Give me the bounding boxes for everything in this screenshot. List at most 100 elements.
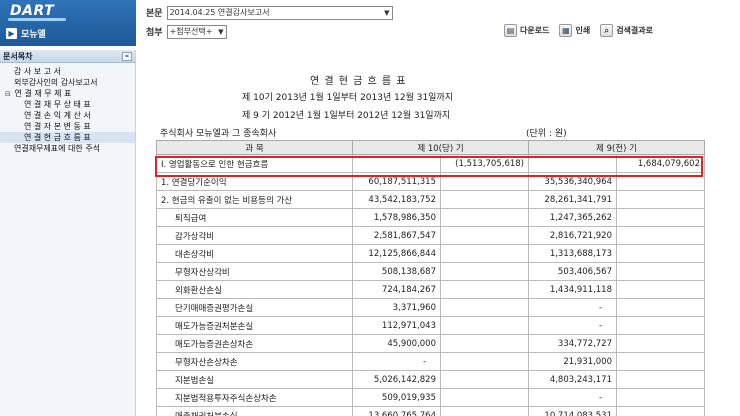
download-button[interactable]: ▤ 다운로드	[504, 24, 549, 37]
prior-detail-cell: 10,714,083,531	[528, 406, 617, 416]
current-detail-cell: 112,971,043	[352, 316, 441, 335]
current-detail-cell: 508,138,687	[352, 262, 441, 281]
table-row: 지분법손실 5,026,142,829 4,803,243,171	[156, 370, 705, 389]
prior-total-cell	[616, 190, 705, 209]
toc-item-notes[interactable]: 연결재무제표에 대한 주석	[0, 143, 135, 154]
document-view: 연 결 현 금 흐 름 표 제 10기 2013년 1월 1일부터 2013년 …	[150, 52, 740, 416]
search-icon: ⌕	[600, 24, 614, 37]
current-detail-cell: 13,660,765,764	[352, 406, 441, 416]
toc-item-balance-sheet[interactable]: 연 결 재 무 상 태 표	[0, 99, 135, 110]
toc-item-consolidated-fs[interactable]: ⊟ 연 결 재 무 제 표	[0, 88, 135, 99]
account-name-cell: 지분법적용투자주식손상차손	[156, 388, 353, 407]
prior-total-cell	[616, 388, 705, 407]
company-nav-link[interactable]: ▶ 모뉴엘	[6, 26, 46, 41]
toc-item-equity-changes[interactable]: 연 결 자 본 변 동 표	[0, 121, 135, 132]
table-row: 매출채권처분손실13,660,765,764 10,714,083,531	[156, 406, 705, 416]
account-name-cell: 매도가능증권처분손실	[156, 316, 353, 335]
table-row: 무형자산손상차손 - 21,931,000	[156, 352, 705, 371]
document-title: 연 결 현 금 흐 름 표	[310, 76, 407, 87]
current-detail-cell: 2,581,867,547	[352, 226, 441, 245]
toolbar: ▤ 다운로드 ▦ 인쇄 ⌕ 검색결과로	[504, 24, 653, 37]
prior-detail-cell: 503,406,567	[528, 262, 617, 281]
company-nav-label: 모뉴엘	[21, 30, 46, 40]
toc-item-external-auditor-report[interactable]: 외부감사인의 감사보고서	[0, 77, 135, 88]
prior-total-cell	[616, 370, 705, 389]
account-name-cell: 무형자산손상차손	[156, 352, 353, 371]
toc-header: 문서목차 «	[0, 50, 135, 63]
account-name-cell: 매출채권처분손실	[156, 406, 353, 416]
current-total-cell	[440, 370, 529, 389]
prior-detail-cell: 334,772,727	[528, 334, 617, 353]
prior-total-cell	[616, 208, 705, 227]
current-detail-cell: 12,125,866,844	[352, 244, 441, 263]
table-row: 감가상각비 2,581,867,547 2,816,721,920	[156, 226, 705, 245]
main-doc-select[interactable]: 2014.04.25 연결감사보고서 ▼	[166, 5, 393, 20]
current-total-cell	[440, 190, 529, 209]
current-total-cell	[440, 316, 529, 335]
prior-total-cell	[616, 298, 705, 317]
current-detail-cell: 5,026,142,829	[352, 370, 441, 389]
column-header-account: 과 목	[156, 140, 353, 155]
toc-item-label: 연 결 자 본 변 동 표	[24, 122, 91, 131]
cash-flow-table: 과 목 제 10(당) 기 제 9(전) 기 Ⅰ. 영업활동으로 인한 현금흐름…	[156, 140, 705, 416]
period-current: 제 10기 2013년 1월 1일부터 2013년 12월 31일까지	[242, 93, 454, 103]
current-detail-cell: 1,578,986,350	[352, 208, 441, 227]
current-total-cell	[440, 334, 529, 353]
current-detail-cell: 45,900,000	[352, 334, 441, 353]
account-name-cell: 감가상각비	[156, 226, 353, 245]
current-detail-cell: -	[352, 352, 441, 371]
prior-detail-cell: 35,536,340,964	[528, 172, 617, 191]
current-total-cell	[440, 280, 529, 299]
toc-title: 문서목차	[3, 51, 33, 61]
search-results-button[interactable]: ⌕ 검색결과로	[600, 24, 653, 37]
toc-item-income-statement[interactable]: 연 결 손 익 계 산 서	[0, 110, 135, 121]
top-bar: DART ▶ 모뉴엘 본문 2014.04.25 연결감사보고서 ▼ 첨부 +첨…	[0, 0, 740, 46]
column-header-current: 제 10(당) 기	[352, 140, 529, 155]
table-row: 매도가능증권처분손실 112,971,043 -	[156, 316, 705, 335]
collapse-sidebar-button[interactable]: «	[122, 51, 132, 61]
toc-item-cash-flow[interactable]: 연 결 현 금 흐 름 표	[0, 132, 135, 143]
prior-detail-cell: 1,434,911,118	[528, 280, 617, 299]
prior-detail-cell	[528, 154, 617, 173]
prior-total-cell	[616, 316, 705, 335]
table-row: 단기매매증권평가손실 3,371,960 -	[156, 298, 705, 317]
prior-detail-cell: 1,313,688,173	[528, 244, 617, 263]
account-name-cell: 지분법손실	[156, 370, 353, 389]
search-results-label: 검색결과로	[616, 26, 653, 35]
download-icon: ▤	[504, 24, 517, 37]
prior-total-cell	[616, 280, 705, 299]
attach-value: +첨부선택+	[169, 27, 213, 36]
account-name-cell: 무형자산상각비	[156, 262, 353, 281]
account-name-cell: 대손상각비	[156, 244, 353, 263]
prior-total-cell	[616, 226, 705, 245]
download-label: 다운로드	[520, 26, 550, 35]
current-total-cell	[440, 172, 529, 191]
current-total-cell	[440, 406, 529, 416]
main-doc-row: 본문 2014.04.25 연결감사보고서 ▼	[146, 5, 393, 20]
current-total-cell	[440, 298, 529, 317]
company-name: 주식회사 모뉴엘과 그 종속회사	[160, 129, 277, 139]
attach-select[interactable]: +첨부선택+ ▼	[166, 24, 227, 39]
table-row: 대손상각비 12,125,866,844 1,313,688,173	[156, 244, 705, 263]
prior-total-cell: 1,684,079,602	[616, 154, 705, 173]
collapse-tree-icon[interactable]: ⊟	[5, 89, 12, 100]
prior-detail-cell: 1,247,365,262	[528, 208, 617, 227]
current-detail-cell: 43,542,183,752	[352, 190, 441, 209]
unit-label: (단위 : 원)	[526, 129, 567, 139]
attach-row: 첨부 +첨부선택+ ▼	[146, 24, 227, 39]
prior-total-cell	[616, 352, 705, 371]
print-button[interactable]: ▦ 인쇄	[559, 24, 590, 37]
table-row: 퇴직급여 1,578,986,350 1,247,365,262	[156, 208, 705, 227]
prior-detail-cell: 21,931,000	[528, 352, 617, 371]
account-name-cell: 단기매매증권평가손실	[156, 298, 353, 317]
toc-item-label: 외부감사인의 감사보고서	[14, 78, 98, 87]
toc-item-audit-report[interactable]: 감 사 보 고 서	[0, 66, 135, 77]
current-total-cell	[440, 388, 529, 407]
current-total-cell	[440, 226, 529, 245]
prior-total-cell	[616, 334, 705, 353]
current-detail-cell: 509,019,935	[352, 388, 441, 407]
main-doc-value: 2014.04.25 연결감사보고서	[169, 8, 270, 17]
dart-logo[interactable]: DART	[10, 3, 54, 19]
logo-swoosh	[8, 18, 66, 21]
prior-total-cell	[616, 262, 705, 281]
